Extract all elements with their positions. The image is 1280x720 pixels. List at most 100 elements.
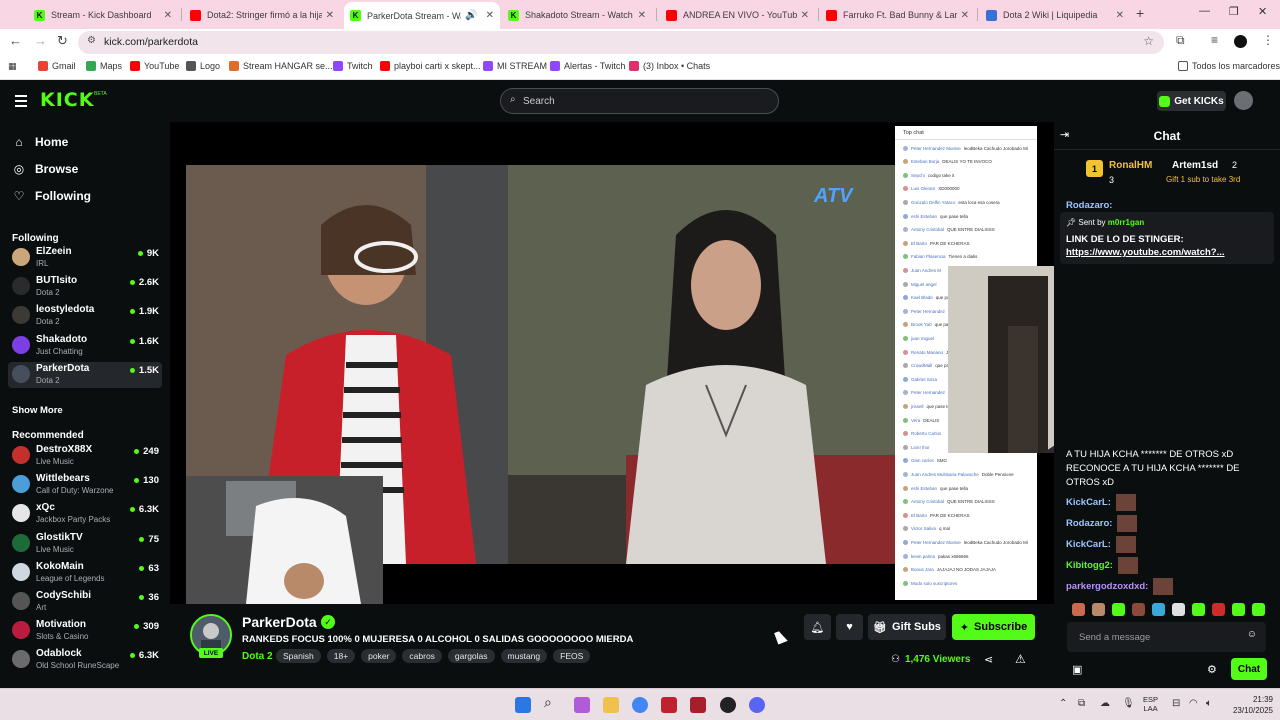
kick-store-icon[interactable]: ▣ bbox=[1072, 663, 1082, 676]
bookmark-item[interactable]: (3) Inbox • Chats bbox=[629, 61, 710, 71]
gifter-name[interactable]: RonalHM bbox=[1109, 160, 1152, 171]
browser-tab[interactable]: K Stream - Kick Dashboard ✕ bbox=[28, 4, 178, 26]
stream-tag[interactable]: mustang bbox=[500, 649, 548, 663]
gift-cta[interactable]: Gift 1 sub to take 3rd bbox=[1166, 175, 1240, 184]
volume-icon[interactable]: 🔈︎ bbox=[1206, 698, 1212, 709]
chat-username[interactable]: Kibitogg2: bbox=[1066, 560, 1113, 571]
nav-browse[interactable]: ◎ Browse bbox=[12, 162, 79, 176]
sidebar-channel[interactable]: Wittlebears Call of Duty: Warzone 130 bbox=[8, 472, 162, 498]
microphone-icon[interactable]: 🎙︎ bbox=[1122, 698, 1135, 709]
close-icon[interactable]: ✕ bbox=[486, 10, 494, 21]
windows-start-icon[interactable] bbox=[515, 697, 531, 713]
chat-username[interactable]: parkergodzoxdxd: bbox=[1066, 581, 1148, 592]
stream-tag[interactable]: poker bbox=[361, 649, 397, 663]
browser-tab[interactable]: Dota2: Stringer firmó a la hija de ✕ bbox=[184, 4, 340, 26]
emote-icon[interactable] bbox=[1232, 603, 1245, 616]
app-icon[interactable] bbox=[690, 697, 706, 713]
bookmark-item[interactable]: Alertas - Twitch bbox=[550, 61, 625, 71]
wifi-icon[interactable]: ◠ bbox=[1189, 698, 1198, 709]
emote-icon[interactable] bbox=[1212, 603, 1225, 616]
language-indicator[interactable]: ESP LAA bbox=[1143, 695, 1158, 713]
sidebar-channel[interactable]: xQc Jackbox Party Packs 6.3K bbox=[8, 501, 162, 527]
sidebar-channel[interactable]: Shakadoto Just Chatting 1.6K bbox=[8, 333, 162, 359]
browser-tab[interactable]: Dota 2 Wiki | Liquipedia ✕ bbox=[980, 4, 1130, 26]
browser-tab[interactable]: K Shakadoto Stream - Watch Live ✕ bbox=[502, 4, 652, 26]
extensions-icon[interactable]: ⧉ bbox=[1176, 33, 1185, 48]
notification-bell-button[interactable]: 🔔︎ bbox=[804, 614, 831, 640]
minimize-icon[interactable]: — bbox=[1199, 5, 1210, 17]
bookmark-item[interactable]: MI STREAM bbox=[483, 61, 547, 71]
chrome-icon[interactable] bbox=[632, 697, 648, 713]
browser-tab[interactable]: Farruko Ft. Bad Bunny & Lary O ✕ bbox=[820, 4, 975, 26]
emote-icon[interactable] bbox=[1192, 603, 1205, 616]
send-chat-button[interactable]: Chat bbox=[1231, 658, 1267, 680]
browser-tab[interactable]: ANDREA EN VIVO - YouTube ✕ bbox=[660, 4, 815, 26]
search-box[interactable]: ⌕ bbox=[500, 88, 779, 114]
close-window-icon[interactable]: ✕ bbox=[1258, 5, 1267, 18]
get-kicks-button[interactable]: Get KICKs bbox=[1157, 91, 1226, 111]
stream-category[interactable]: Dota 2 bbox=[242, 651, 273, 662]
clock[interactable]: 21:39 23/10/2025 bbox=[1223, 694, 1273, 716]
share-icon[interactable]: ⋖ bbox=[984, 653, 993, 666]
search-icon[interactable]: ⌕ bbox=[544, 694, 560, 710]
hamburger-menu-icon[interactable] bbox=[15, 95, 27, 110]
bookmark-item[interactable]: Gmail bbox=[38, 61, 76, 71]
emote-icon[interactable] bbox=[1072, 603, 1085, 616]
subscribe-button[interactable]: ✦ Subscribe bbox=[952, 614, 1035, 640]
settings-icon[interactable]: ⚙ bbox=[1207, 663, 1217, 676]
stream-tag[interactable]: gargolas bbox=[447, 649, 495, 663]
emote-icon[interactable] bbox=[1172, 603, 1185, 616]
bookmark-item[interactable]: Maps bbox=[86, 61, 122, 71]
network-icon[interactable]: ⊟ bbox=[1172, 698, 1180, 709]
emoji-picker-icon[interactable]: ☺ bbox=[1247, 629, 1257, 640]
pinned-link[interactable]: https://www.youtube.com/watch?... bbox=[1066, 247, 1225, 258]
file-explorer-icon[interactable] bbox=[603, 697, 619, 713]
maximize-icon[interactable]: ❐ bbox=[1229, 5, 1239, 18]
profile-icon[interactable] bbox=[1234, 35, 1247, 48]
url-bar[interactable]: ⚙ kick.com/parkerdota ☆ bbox=[78, 31, 1164, 54]
sidebar-channel[interactable]: ElZeein IRL 9K bbox=[8, 245, 162, 271]
close-icon[interactable]: ✕ bbox=[961, 10, 969, 21]
tray-app-icon[interactable]: ⧉ bbox=[1078, 698, 1085, 709]
bookmark-item[interactable]: Logo bbox=[186, 61, 220, 71]
sidebar-channel[interactable]: CodySchibi Art 36 bbox=[8, 589, 162, 615]
stream-tag[interactable]: 18+ bbox=[326, 649, 356, 663]
back-icon[interactable]: ← bbox=[9, 33, 22, 48]
emote-icon[interactable] bbox=[1252, 603, 1265, 616]
show-more-link[interactable]: Show More bbox=[12, 405, 63, 416]
close-icon[interactable]: ✕ bbox=[326, 10, 334, 21]
bookmark-item[interactable]: playboi carti x skept... bbox=[380, 61, 481, 71]
new-tab-icon[interactable]: + bbox=[1136, 5, 1144, 21]
emote-icon[interactable] bbox=[1092, 603, 1105, 616]
stream-tag[interactable]: Spanish bbox=[276, 649, 321, 663]
kick-logo[interactable]: KICK bbox=[40, 89, 94, 111]
search-input[interactable] bbox=[523, 93, 763, 109]
stream-tag[interactable]: FEOS bbox=[553, 649, 591, 663]
emote-icon[interactable] bbox=[1112, 603, 1125, 616]
sidebar-channel[interactable]: GlostikTV Live Music 75 bbox=[8, 531, 162, 557]
apps-icon[interactable]: ▦ bbox=[8, 61, 17, 72]
discord-icon[interactable] bbox=[749, 697, 765, 713]
chat-username[interactable]: KickCarL: bbox=[1066, 497, 1111, 508]
close-icon[interactable]: ✕ bbox=[801, 10, 809, 21]
tray-app-icon[interactable]: ☁ bbox=[1100, 698, 1110, 709]
sidebar-channel[interactable]: ParkerDota Dota 2 1.5K bbox=[8, 361, 162, 388]
gift-subs-button[interactable]: 🎁︎ Gift Subs bbox=[868, 614, 946, 640]
report-icon[interactable]: ⚠ bbox=[1015, 652, 1026, 666]
chat-input-box[interactable]: ☺ bbox=[1067, 622, 1266, 652]
chat-username[interactable]: Rodazaro: bbox=[1066, 518, 1112, 529]
bookmark-item[interactable]: Stream HANGAR se... bbox=[229, 61, 333, 71]
media-icon[interactable]: ≡ bbox=[1211, 33, 1218, 47]
nav-following[interactable]: ♡ Following bbox=[12, 189, 91, 203]
user-avatar[interactable] bbox=[1234, 91, 1253, 110]
menu-icon[interactable]: ⋮ bbox=[1262, 33, 1274, 47]
sidebar-channel[interactable]: Odablock Old School RuneScape 6.3K bbox=[8, 647, 162, 673]
bookmark-item[interactable]: Twitch bbox=[333, 61, 373, 71]
sidebar-channel[interactable]: Motivation Slots & Casino 309 bbox=[8, 618, 162, 644]
video-player[interactable]: ATV Top chat Peter Hernandez Munive leodB… bbox=[170, 122, 1054, 604]
copilot-icon[interactable] bbox=[574, 697, 590, 713]
gifter-name[interactable]: Artem1sd bbox=[1172, 160, 1218, 171]
sidebar-channel[interactable]: KokoMain League of Legends 63 bbox=[8, 560, 162, 586]
sidebar-channel[interactable]: BUTIsito Dota 2 2.6K bbox=[8, 274, 162, 300]
browser-tab-active[interactable]: K ParkerDota Stream - Watch 🔊 ✕ bbox=[344, 2, 500, 29]
